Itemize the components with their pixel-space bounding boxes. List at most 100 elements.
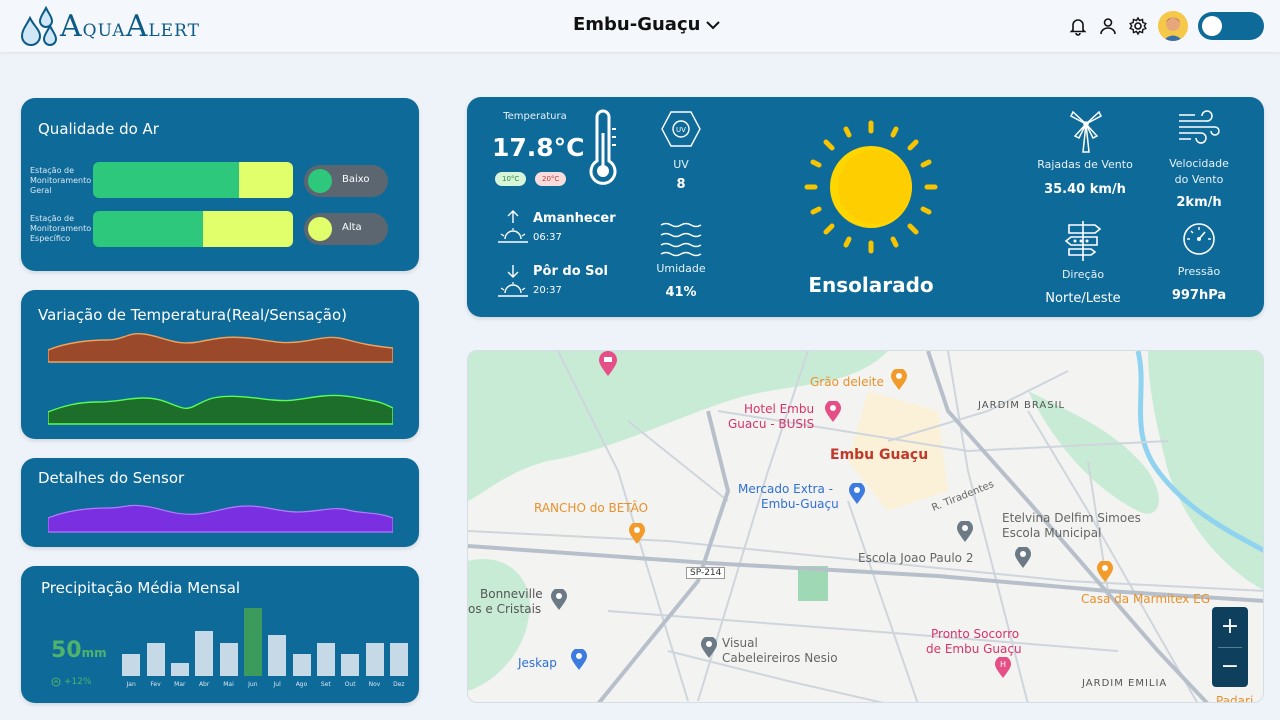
sunrise-label: Amanhecer xyxy=(533,211,616,226)
sunrise-icon xyxy=(498,210,528,243)
map-label-bonneville-line2[interactable]: os e Cristais xyxy=(468,602,541,616)
uv-value: 8 xyxy=(676,177,686,192)
precipitation-value: 50mm xyxy=(51,638,107,663)
zoom-in-button[interactable]: + xyxy=(1212,607,1248,647)
hotel-pin-icon[interactable] xyxy=(824,401,842,423)
map-label-pronto-socorro-line2[interactable]: de Embu Guaçu xyxy=(926,642,1022,656)
gauge-pressure-icon xyxy=(1183,223,1215,255)
humidity-waves-icon xyxy=(660,222,702,257)
precipitation-card: Precipitação Média Mensal 50mm +12% Jan F… xyxy=(21,566,419,703)
zoom-out-button[interactable]: − xyxy=(1212,647,1248,687)
map-label-visual-line1[interactable]: Visual xyxy=(722,636,758,650)
map-label-visual-line2[interactable]: Cabeleireiros Nesio xyxy=(722,651,838,665)
precip-bar-jul xyxy=(268,635,287,676)
map-label-padaria[interactable]: Padari xyxy=(1216,694,1253,702)
precipitation-bar-chart: Jan Fev Mar Abr Mai Jun Jul Ago Set Out Nov Dez xyxy=(119,604,411,696)
trend-up-icon xyxy=(51,677,61,687)
precip-bar-abr xyxy=(195,631,214,676)
shop-pin-icon-jeskap[interactable] xyxy=(570,649,588,671)
wind-speed-label: Velocidade do Vento xyxy=(1159,156,1239,188)
aq-status-dot-specific xyxy=(308,217,332,241)
aq-bar-specific-fill xyxy=(93,211,203,247)
food-pin-icon-marmitex[interactable] xyxy=(1096,561,1114,583)
aq-bar-specific-rest xyxy=(203,211,293,247)
map-zoom-controls: + − xyxy=(1212,607,1248,687)
signpost-direction-icon xyxy=(1064,221,1102,261)
air-quality-title: Qualidade do Ar xyxy=(38,120,159,138)
sensor-wave-chart xyxy=(48,504,393,533)
precip-month-label: Jul xyxy=(273,681,281,688)
weather-card: Temperatura 17.8°C 10°C 20°C Amanhecer 0… xyxy=(467,97,1264,317)
gear-icon[interactable] xyxy=(1128,16,1148,36)
aq-status-general-text: Baixo xyxy=(342,174,370,185)
map-label-jeskap[interactable]: Jeskap xyxy=(518,656,557,670)
shop-pin-icon[interactable] xyxy=(848,483,866,505)
real-temperature-wave xyxy=(48,332,393,363)
aq-status-dot-general xyxy=(308,169,332,193)
map-label-escola-joao-paulo[interactable]: Escola Joao Paulo 2 xyxy=(858,551,973,565)
aq-bar-general-fill xyxy=(93,162,239,198)
user-icon[interactable] xyxy=(1098,16,1118,36)
precip-month-label: Out xyxy=(344,681,356,688)
wind-icon xyxy=(1179,110,1220,144)
map-label-embu-guacu[interactable]: Embu Guaçu xyxy=(830,447,928,463)
map-label-etelvina-line1[interactable]: Etelvina Delfim Simoes xyxy=(1002,511,1141,525)
precip-month-label: Mar xyxy=(174,681,186,688)
wind-direction-label: Direção xyxy=(1061,268,1105,281)
hospital-pin-icon[interactable]: H xyxy=(994,657,1012,679)
map-label-mercado-line1[interactable]: Mercado Extra - xyxy=(738,482,833,496)
map-label-jardim-brasil: JARDIM BRASIL xyxy=(978,400,1066,411)
precip-bar-dez xyxy=(389,643,408,676)
map-label-grao-deleite[interactable]: Grão deleite xyxy=(810,375,884,389)
precip-bar-mai xyxy=(219,643,238,676)
aq-bar-general xyxy=(93,162,293,198)
humidity-value: 41% xyxy=(665,285,697,300)
map-label-jardim-emilia: JARDIM EMILIA xyxy=(1082,678,1168,689)
wind-direction-value: Norte/Leste xyxy=(1045,291,1121,306)
logo-letter-a: A xyxy=(60,8,83,44)
aq-bar-general-rest xyxy=(239,162,293,198)
aq-status-specific[interactable]: Alta xyxy=(304,213,388,245)
lodging-pin-icon[interactable] xyxy=(598,351,618,377)
theme-toggle[interactable] xyxy=(1198,12,1264,40)
map-label-casa-da-marmitex[interactable]: Casa da Marmitex EG xyxy=(1081,592,1210,606)
precip-month-label: Jun xyxy=(248,681,258,688)
precip-bar-out xyxy=(341,654,360,676)
place-pin-icon-visual[interactable] xyxy=(700,637,718,659)
logo-wordmark: AQUAALERT xyxy=(60,9,200,44)
map-label-hotel-line2[interactable]: Guacu - BUSIS xyxy=(728,417,814,431)
sunrise-time: 06:37 xyxy=(533,232,562,243)
city-map[interactable]: Grão deleite Hotel Embu Guacu - BUSIS JA… xyxy=(467,350,1264,703)
aq-status-general[interactable]: Baixo xyxy=(304,165,388,197)
food-pin-icon[interactable] xyxy=(890,369,908,391)
temperature-variation-title: Variação de Temperatura(Real/Sensação) xyxy=(38,306,348,324)
map-label-bonneville-line1[interactable]: Bonneville xyxy=(480,587,543,601)
precipitation-number: 50 xyxy=(51,638,82,663)
sensor-wave xyxy=(48,504,393,533)
pressure-value: 997hPa xyxy=(1171,288,1227,303)
uv-icon: UV xyxy=(661,111,701,147)
map-label-etelvina-line2[interactable]: Escola Municipal xyxy=(1002,526,1101,540)
weather-condition: Ensolarado xyxy=(808,273,934,297)
place-pin-icon-etelvina[interactable] xyxy=(1014,547,1032,569)
aquaalert-logo[interactable]: AQUAALERT xyxy=(16,2,200,50)
bell-icon[interactable] xyxy=(1068,16,1088,36)
logo-lert: LERT xyxy=(148,20,200,41)
city-selector[interactable]: Embu-Guaçu xyxy=(573,14,721,35)
sensor-details-card: Detalhes do Sensor xyxy=(21,458,419,547)
school-pin-icon[interactable] xyxy=(956,521,974,543)
map-label-rancho-do-betao[interactable]: RANCHO do BETÃO xyxy=(534,501,648,515)
precip-month-label: Fev xyxy=(150,681,161,688)
avatar[interactable] xyxy=(1158,11,1188,41)
top-bar: AQUAALERT Embu-Guaçu xyxy=(0,0,1280,52)
place-pin-icon-bonneville[interactable] xyxy=(550,589,568,611)
map-label-hotel-line1[interactable]: Hotel Embu xyxy=(744,402,814,416)
avatar-face-icon xyxy=(1158,11,1188,41)
precipitation-title: Precipitação Média Mensal xyxy=(41,579,241,597)
map-label-pronto-socorro-line1[interactable]: Pronto Socorro xyxy=(931,627,1019,641)
precipitation-unit: mm xyxy=(81,646,107,660)
precip-bar-ago xyxy=(292,654,311,676)
map-label-mercado-line2[interactable]: Embu-Guaçu xyxy=(761,497,839,511)
precip-bar-set xyxy=(316,643,335,676)
food-pin-icon-rancho[interactable] xyxy=(628,523,646,545)
